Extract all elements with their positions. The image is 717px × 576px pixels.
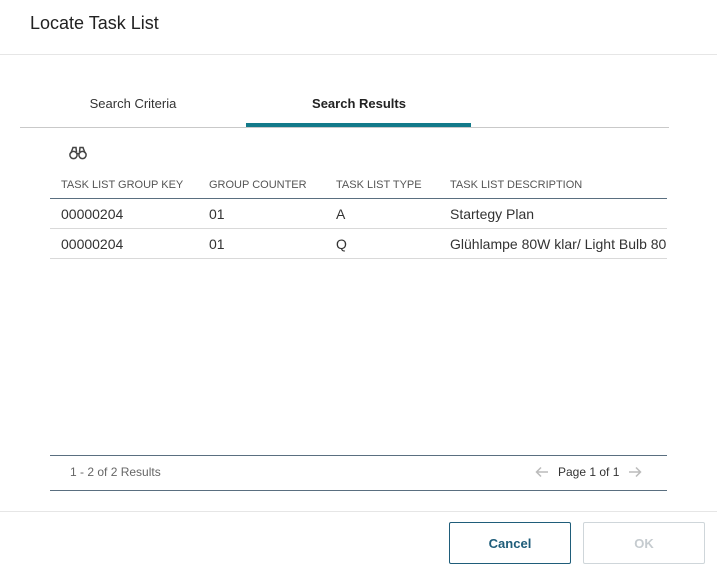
cell-task-list-type: Q [336,235,347,252]
cell-task-list-type: A [336,205,346,222]
tab-search-results[interactable]: Search Results [246,80,472,126]
binoculars-icon[interactable] [69,145,87,161]
results-grid: TASK LIST GROUP KEY GROUP COUNTER TASK L… [50,172,667,259]
column-header-task-list-type[interactable]: TASK LIST TYPE [336,172,446,198]
cell-task-list-description: Startegy Plan [450,205,535,222]
table-row[interactable]: 00000204 01 A Startegy Plan [50,199,667,229]
cell-group-key: 00000204 [61,235,124,252]
cell-task-list-description: Glühlampe 80W klar/ Light Bulb 80 [450,235,667,252]
cell-group-counter: 01 [209,235,225,252]
pagination: Page 1 of 1 [530,462,647,482]
locate-task-list-dialog: Locate Task List Search Criteria Search … [0,0,717,576]
tab-search-criteria[interactable]: Search Criteria [20,80,246,126]
column-header-group-key[interactable]: TASK LIST GROUP KEY [61,172,206,198]
ok-button[interactable]: OK [583,522,705,564]
arrow-right-icon[interactable] [623,462,647,482]
page-indicator: Page 1 of 1 [558,465,620,479]
pager-bottom-divider [50,490,667,491]
cell-group-counter: 01 [209,205,225,222]
footer-divider [0,511,717,512]
cancel-button[interactable]: Cancel [449,522,571,564]
tab-bar: Search Criteria Search Results [20,80,669,128]
grid-header: TASK LIST GROUP KEY GROUP COUNTER TASK L… [50,172,667,199]
tabs-divider [20,127,669,128]
dialog-title: Locate Task List [30,13,159,33]
column-header-group-counter[interactable]: GROUP COUNTER [209,172,333,198]
title-divider [0,54,717,55]
column-header-task-list-description[interactable]: TASK LIST DESCRIPTION [450,172,667,198]
cell-group-key: 00000204 [61,205,124,222]
arrow-left-icon[interactable] [530,462,554,482]
pager-top-divider [50,455,667,456]
results-count: 1 - 2 of 2 Results [70,465,161,479]
table-row[interactable]: 00000204 01 Q Glühlampe 80W klar/ Light … [50,229,667,259]
